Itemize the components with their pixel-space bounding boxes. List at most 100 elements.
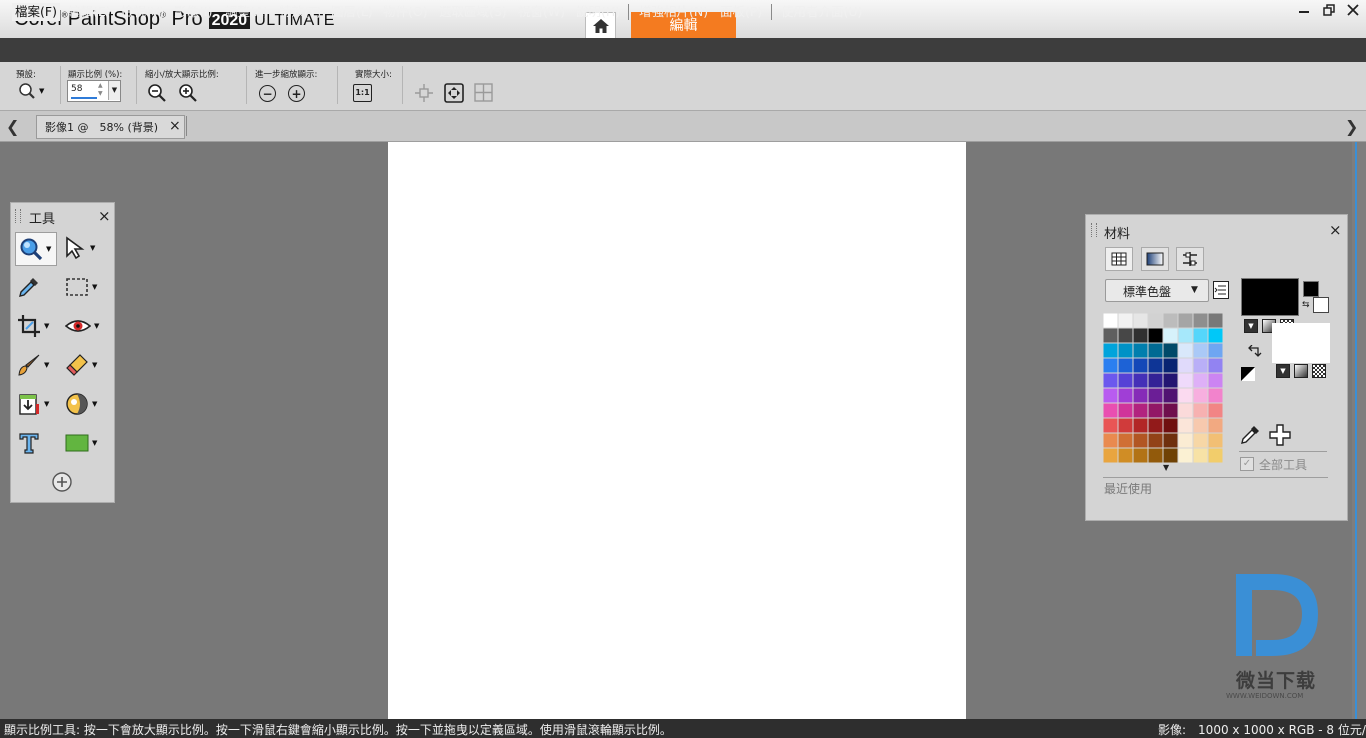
color-swatch[interactable] [1118, 448, 1133, 463]
color-swatch[interactable] [1193, 433, 1208, 448]
scroll-tabs-right-icon[interactable]: ❯ [1345, 117, 1358, 136]
color-swatch[interactable] [1103, 433, 1118, 448]
color-style-icon[interactable]: ▼ [1276, 364, 1290, 378]
color-swatch[interactable] [1118, 403, 1133, 418]
adjust-tab[interactable] [1176, 247, 1204, 271]
palette-grip[interactable] [1091, 223, 1097, 237]
presets-dropdown[interactable]: ▼ [18, 82, 44, 100]
color-swatch[interactable] [1118, 328, 1133, 343]
menu-view[interactable]: 檢視(V) [121, 3, 164, 21]
crop-tool[interactable]: ▼ [17, 310, 57, 342]
default-colors-button[interactable] [1241, 366, 1255, 385]
color-swatch[interactable] [1133, 343, 1148, 358]
color-swatch[interactable] [1208, 373, 1223, 388]
color-swatch[interactable] [1133, 358, 1148, 373]
swatch-scroll-down-icon[interactable]: ▼ [1163, 463, 1169, 472]
color-swatch[interactable] [1103, 373, 1118, 388]
actual-size-button[interactable]: 1:1 [353, 84, 372, 102]
minimize-button[interactable] [1294, 4, 1314, 22]
color-swatch[interactable] [1118, 433, 1133, 448]
color-swatch[interactable] [1178, 328, 1193, 343]
color-swatch[interactable] [1178, 313, 1193, 328]
color-swatch[interactable] [1208, 403, 1223, 418]
color-swatch[interactable] [1208, 358, 1223, 373]
gradient-tab[interactable] [1141, 247, 1169, 271]
fg-color-mini-swatch[interactable] [1303, 281, 1319, 297]
color-swatch[interactable] [1193, 313, 1208, 328]
shape-tool[interactable]: ▼ [65, 427, 105, 459]
color-swatch[interactable] [1103, 343, 1118, 358]
color-swatch[interactable] [1178, 433, 1193, 448]
pan-button[interactable] [415, 84, 433, 106]
bg-color-mini-swatch[interactable] [1313, 297, 1329, 313]
color-swatch[interactable] [1103, 448, 1118, 463]
color-swatch[interactable] [1163, 358, 1178, 373]
color-swatch[interactable] [1208, 343, 1223, 358]
menu-window[interactable]: 視窗(W) [518, 3, 565, 21]
add-swatch-button[interactable] [1269, 424, 1291, 450]
color-swatch[interactable] [1208, 388, 1223, 403]
zoom-in-button[interactable] [178, 83, 198, 107]
paint-brush-tool[interactable]: ▼ [17, 349, 57, 381]
all-tools-checkbox[interactable]: ✓ [1240, 457, 1254, 471]
picture-tube-tool[interactable]: ▼ [65, 388, 105, 420]
color-swatch[interactable] [1148, 313, 1163, 328]
color-swatch[interactable] [1208, 313, 1223, 328]
eraser-tool[interactable]: ▼ [65, 349, 105, 381]
color-swatch[interactable] [1118, 343, 1133, 358]
color-swatch[interactable] [1178, 358, 1193, 373]
color-swatch[interactable] [1103, 358, 1118, 373]
color-swatch[interactable] [1148, 403, 1163, 418]
background-color-swatch[interactable] [1272, 323, 1330, 363]
zoom-out-button[interactable] [147, 83, 167, 107]
materials-close-icon[interactable]: × [1329, 221, 1342, 239]
close-tab-icon[interactable]: × [169, 118, 181, 134]
dropper-tool[interactable] [17, 271, 57, 303]
zoom-percent-stepper[interactable]: 58 ▲ ▼ ▼ [67, 80, 121, 102]
color-swatch[interactable] [1148, 448, 1163, 463]
menu-palettes[interactable]: 面板(P) [720, 3, 762, 21]
document-tab[interactable]: 影像1 @ 58% (背景) × [36, 115, 185, 139]
menu-edit[interactable]: 編輯(E) [68, 3, 111, 21]
color-swatch[interactable] [1193, 358, 1208, 373]
foreground-color-swatch[interactable] [1241, 278, 1299, 316]
color-swatch[interactable] [1163, 313, 1178, 328]
color-swatch[interactable] [1193, 403, 1208, 418]
color-swatch[interactable] [1118, 313, 1133, 328]
color-swatch[interactable] [1103, 313, 1118, 328]
vertical-scrollbar[interactable] [1352, 142, 1366, 719]
menu-help[interactable]: 說明(H) [576, 3, 620, 21]
stepper-arrows-icon[interactable]: ▲ ▼ [98, 82, 103, 98]
color-swatch[interactable] [1118, 418, 1133, 433]
color-swatch[interactable] [1163, 328, 1178, 343]
color-swatch[interactable] [1163, 418, 1178, 433]
color-swatch[interactable] [1133, 388, 1148, 403]
swap-colors-icon[interactable]: ⇆ [1302, 300, 1310, 310]
menu-enhance-photo[interactable]: 增強相片(N) [639, 3, 708, 21]
color-swatch-grid[interactable] [1103, 313, 1225, 473]
color-swatch[interactable] [1118, 358, 1133, 373]
menu-selections[interactable]: 選取區域(S) [439, 3, 507, 21]
color-swatch[interactable] [1178, 418, 1193, 433]
color-swatch[interactable] [1208, 418, 1223, 433]
color-swatch[interactable] [1163, 433, 1178, 448]
color-swatch[interactable] [1133, 328, 1148, 343]
color-swatch[interactable] [1178, 343, 1193, 358]
menu-file[interactable]: 檔案(F) [12, 3, 60, 21]
pick-tool[interactable]: ▼ [63, 232, 103, 264]
color-swatch[interactable] [1178, 373, 1193, 388]
color-swatch[interactable] [1103, 388, 1118, 403]
menu-effects[interactable]: 特效(T) [279, 3, 321, 21]
menu-layers[interactable]: 圖層(L) [331, 3, 373, 21]
scroll-tabs-left-icon[interactable]: ❮ [6, 117, 19, 136]
color-swatch[interactable] [1193, 388, 1208, 403]
color-swatch[interactable] [1193, 448, 1208, 463]
selection-tool[interactable]: ▼ [65, 271, 105, 303]
step-zoom-in-button[interactable]: + [288, 85, 305, 102]
menu-adjust[interactable]: 調整(A) [225, 3, 268, 21]
color-swatch[interactable] [1178, 388, 1193, 403]
tools-close-icon[interactable]: × [98, 207, 111, 225]
fit-image-button[interactable] [474, 83, 493, 106]
palette-options-button[interactable] [1213, 281, 1229, 299]
color-swatch[interactable] [1178, 448, 1193, 463]
